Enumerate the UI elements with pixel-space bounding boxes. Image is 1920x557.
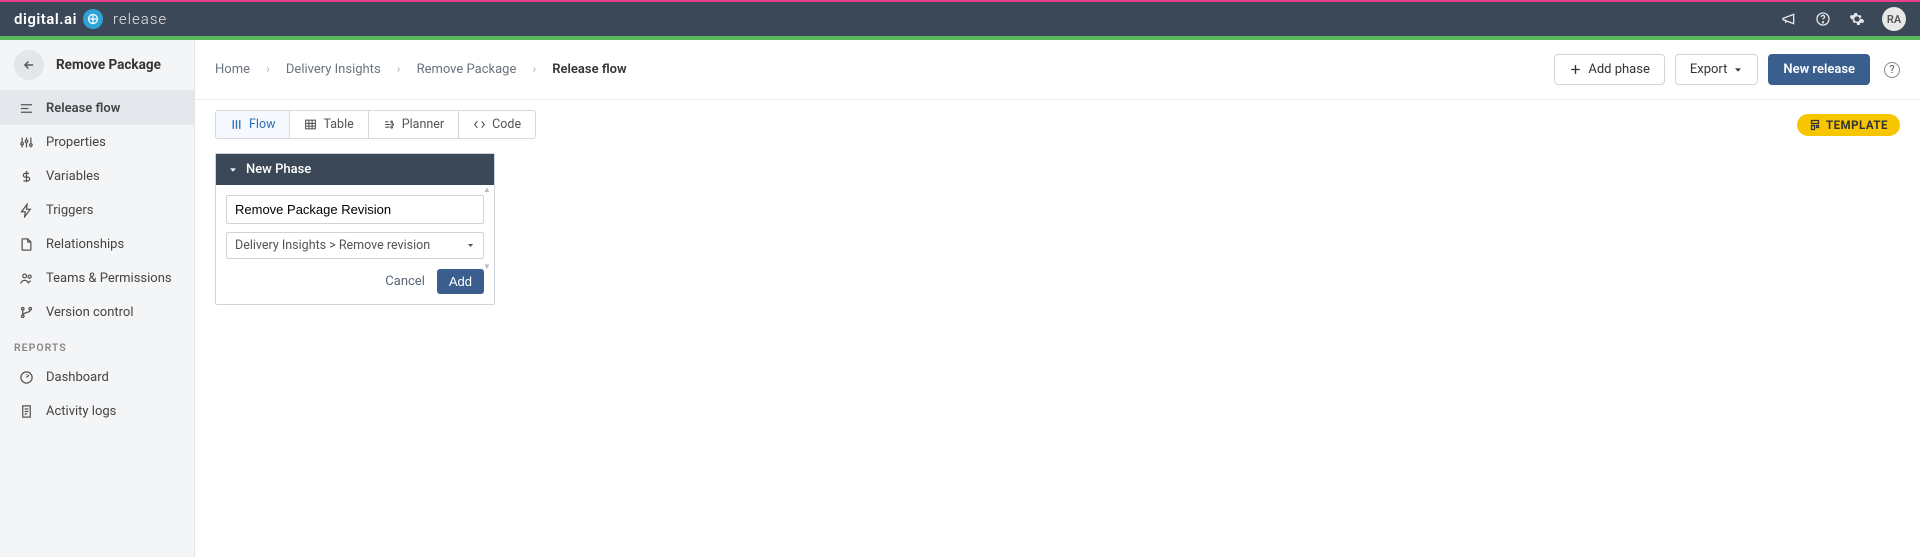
- sidebar-item-label: Activity logs: [46, 404, 116, 419]
- chevron-down-icon: [1733, 65, 1743, 75]
- gauge-icon: [18, 369, 34, 385]
- avatar[interactable]: RA: [1882, 7, 1906, 31]
- sliders-icon: [18, 134, 34, 150]
- code-icon: [473, 118, 486, 131]
- scroll-down-icon: ▼: [482, 262, 492, 271]
- new-release-button[interactable]: New release: [1768, 54, 1870, 85]
- chevron-right-icon: ›: [532, 62, 536, 77]
- export-button[interactable]: Export: [1675, 54, 1759, 85]
- announcement-icon[interactable]: [1780, 10, 1798, 28]
- page-actions: Add phase Export New release ?: [1554, 54, 1900, 85]
- export-label: Export: [1690, 62, 1728, 77]
- tab-label: Planner: [402, 117, 444, 132]
- sidebar-item-label: Dashboard: [46, 370, 109, 385]
- gear-icon[interactable]: [1848, 10, 1866, 28]
- phase-card: New Phase ▲ ▼ Delivery Insights > Remove…: [215, 153, 495, 305]
- task-name-input[interactable]: [226, 195, 484, 224]
- sidebar-item-label: Release flow: [46, 101, 120, 116]
- sidebar-title: Remove Package: [56, 57, 161, 73]
- tab-planner[interactable]: Planner: [369, 111, 459, 138]
- phase-title: New Phase: [246, 162, 311, 177]
- template-badge: TEMPLATE: [1797, 114, 1900, 136]
- sidebar-header: Remove Package: [0, 40, 194, 91]
- sidebar-item-version-control[interactable]: Version control: [0, 295, 194, 329]
- sidebar-item-variables[interactable]: Variables: [0, 159, 194, 193]
- scroll-up-icon: ▲: [482, 185, 492, 194]
- brand-product: release: [113, 10, 167, 28]
- breadcrumb-home[interactable]: Home: [215, 62, 250, 77]
- breadcrumb: Home › Delivery Insights › Remove Packag…: [215, 62, 627, 77]
- sidebar-item-label: Variables: [46, 169, 100, 184]
- chevron-right-icon: ›: [397, 62, 401, 77]
- new-release-label: New release: [1783, 62, 1855, 77]
- tab-table[interactable]: Table: [290, 111, 368, 138]
- sidebar-item-triggers[interactable]: Triggers: [0, 193, 194, 227]
- flow-icon: [18, 100, 34, 116]
- log-icon: [18, 403, 34, 419]
- brand-logo-icon: [83, 9, 103, 29]
- sidebar: Remove Package Release flow Properties V…: [0, 40, 195, 557]
- bolt-icon: [18, 202, 34, 218]
- add-button[interactable]: Add: [437, 269, 484, 294]
- sidebar-item-activity-logs[interactable]: Activity logs: [0, 394, 194, 428]
- brand-company: digital.ai: [14, 10, 77, 28]
- add-phase-label: Add phase: [1588, 62, 1650, 77]
- tab-label: Code: [492, 117, 521, 132]
- help-icon[interactable]: [1814, 10, 1832, 28]
- phase-area: New Phase ▲ ▼ Delivery Insights > Remove…: [195, 139, 1920, 319]
- tab-label: Table: [323, 117, 353, 132]
- topbar: digital.ai release RA: [0, 0, 1920, 36]
- template-label: TEMPLATE: [1826, 118, 1888, 132]
- tab-flow[interactable]: Flow: [216, 111, 290, 138]
- scroll-indicator: ▲ ▼: [482, 185, 492, 271]
- phase-body: ▲ ▼ Delivery Insights > Remove revision …: [216, 185, 494, 304]
- task-type-value: Delivery Insights > Remove revision: [235, 238, 430, 253]
- plus-icon: [1569, 63, 1582, 76]
- card-actions: Cancel Add: [226, 259, 484, 294]
- tab-code[interactable]: Code: [459, 111, 535, 138]
- chevron-down-icon: [466, 241, 475, 250]
- main: Home › Delivery Insights › Remove Packag…: [195, 40, 1920, 557]
- sidebar-section-reports: REPORTS: [0, 329, 194, 360]
- breadcrumb-delivery-insights[interactable]: Delivery Insights: [286, 62, 381, 77]
- sidebar-item-label: Version control: [46, 305, 134, 320]
- sidebar-item-teams[interactable]: Teams & Permissions: [0, 261, 194, 295]
- cancel-button[interactable]: Cancel: [385, 274, 425, 289]
- sidebar-item-label: Triggers: [46, 203, 93, 218]
- context-help-icon[interactable]: ?: [1884, 62, 1900, 78]
- branch-icon: [18, 304, 34, 320]
- tab-label: Flow: [249, 117, 275, 132]
- dollar-icon: [18, 168, 34, 184]
- sidebar-item-label: Relationships: [46, 237, 124, 252]
- planner-icon: [383, 118, 396, 131]
- table-icon: [304, 118, 317, 131]
- breadcrumb-row: Home › Delivery Insights › Remove Packag…: [195, 40, 1920, 100]
- doc-icon: [18, 236, 34, 252]
- view-bar: Flow Table Planner Code TEMPLATE: [195, 100, 1920, 139]
- brand: digital.ai release: [14, 9, 167, 29]
- sidebar-item-properties[interactable]: Properties: [0, 125, 194, 159]
- task-type-select[interactable]: Delivery Insights > Remove revision: [226, 232, 484, 259]
- topbar-actions: RA: [1780, 7, 1906, 31]
- breadcrumb-remove-package[interactable]: Remove Package: [417, 62, 517, 77]
- sidebar-item-label: Properties: [46, 135, 106, 150]
- template-icon: [1809, 119, 1821, 131]
- view-tabs: Flow Table Planner Code: [215, 110, 536, 139]
- sidebar-item-relationships[interactable]: Relationships: [0, 227, 194, 261]
- back-button[interactable]: [14, 50, 44, 80]
- breadcrumb-release-flow: Release flow: [552, 62, 626, 77]
- sidebar-item-label: Teams & Permissions: [46, 271, 172, 286]
- team-icon: [18, 270, 34, 286]
- add-phase-button[interactable]: Add phase: [1554, 54, 1665, 85]
- phase-header[interactable]: New Phase: [216, 154, 494, 185]
- sidebar-item-release-flow[interactable]: Release flow: [0, 91, 194, 125]
- chevron-right-icon: ›: [266, 62, 270, 77]
- flow-view-icon: [230, 118, 243, 131]
- collapse-icon: [228, 165, 238, 175]
- sidebar-item-dashboard[interactable]: Dashboard: [0, 360, 194, 394]
